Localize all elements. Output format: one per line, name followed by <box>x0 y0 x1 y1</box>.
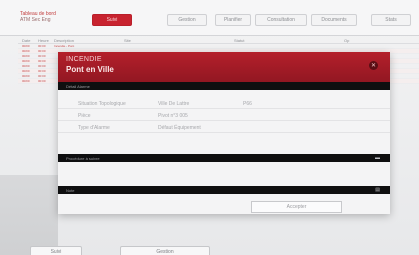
cell: 00:00 <box>38 49 46 53</box>
app-window: Tableau de bord ATM Sec Eng Suivi Gestio… <box>0 0 419 255</box>
modal-header: INCENDIE Pont en Ville ✕ <box>58 52 390 82</box>
cell: 00:00 <box>38 64 46 68</box>
expand-icon[interactable]: ▬ <box>375 155 380 161</box>
side-panel <box>0 175 58 255</box>
detail-row: Pièce Pivot n°3 005 <box>58 112 390 121</box>
cell: 00/00 <box>22 64 30 68</box>
col-heure: Heure <box>38 37 49 43</box>
col-op: Op <box>344 37 350 43</box>
detail-value2: P66 <box>243 101 252 107</box>
section-detail-bar: Détail Alarme <box>58 82 390 90</box>
tab-gestion[interactable]: Gestion <box>167 14 207 26</box>
col-description: Description <box>54 37 75 43</box>
alarm-modal: INCENDIE Pont en Ville ✕ Détail Alarme S… <box>58 52 390 214</box>
accept-button[interactable]: Accepter <box>251 201 342 213</box>
section-procedure-label: Procédure à suivre <box>66 155 100 161</box>
col-site: Site <box>124 37 131 43</box>
detail-value: Pivot n°3 005 <box>158 113 188 119</box>
detail-key: Situation Topologique <box>78 101 126 107</box>
cell: Incendie - Pont <box>54 44 75 48</box>
cell: 00/00 <box>22 49 30 53</box>
detail-value: Ville De Lattre <box>158 101 190 107</box>
brand-line2: ATM Sec Eng <box>20 17 51 23</box>
cell: 00/00 <box>22 74 30 78</box>
document-icon[interactable]: ▤ <box>375 187 380 193</box>
detail-key: Pièce <box>78 113 91 119</box>
section-detail-label: Détail Alarme <box>66 83 90 89</box>
cell: 00/00 <box>22 59 30 63</box>
tab-planifier[interactable]: Planifier <box>215 14 251 26</box>
tab-stats[interactable]: Stats <box>371 14 411 26</box>
col-date: Date <box>22 37 31 43</box>
modal-title: Pont en Ville <box>66 65 114 74</box>
detail-key: Type d'Alarme <box>78 125 110 131</box>
brand: Tableau de bord ATM Sec Eng <box>20 11 56 23</box>
cell: 00:00 <box>38 44 46 48</box>
cell: 00:00 <box>38 54 46 58</box>
tab-documents[interactable]: Documents <box>311 14 357 26</box>
cell: 00/00 <box>22 54 30 58</box>
cell: 00/00 <box>22 69 30 73</box>
bottom-button-gestion[interactable]: Gestion <box>120 246 210 255</box>
cell: 00:00 <box>38 74 46 78</box>
close-icon[interactable]: ✕ <box>369 61 378 70</box>
top-header: Tableau de bord ATM Sec Eng Suivi Gestio… <box>0 0 419 36</box>
cell: 00/00 <box>22 44 30 48</box>
tab-consultation[interactable]: Consultation <box>255 14 307 26</box>
section-procedure-bar[interactable]: Procédure à suivre ▬ <box>58 154 390 162</box>
cell: 00:00 <box>38 59 46 63</box>
table-header: Date Heure Description Site Statut Op <box>18 37 419 44</box>
alarm-details: Situation Topologique Ville De Lattre P6… <box>58 94 390 153</box>
detail-row: Type d'Alarme Défaut Équipement <box>58 124 390 133</box>
cell: 00/00 <box>22 79 30 83</box>
col-statut: Statut <box>234 37 245 43</box>
section-note-label: Note <box>66 187 75 193</box>
cell: 00:00 <box>38 69 46 73</box>
modal-kicker: INCENDIE <box>66 56 102 63</box>
detail-value: Défaut Équipement <box>158 125 201 131</box>
detail-row: Situation Topologique Ville De Lattre P6… <box>58 100 390 109</box>
tab-suivi[interactable]: Suivi <box>92 14 132 26</box>
section-note-bar[interactable]: Note ▤ <box>58 186 390 194</box>
bottom-button-suivi[interactable]: Suivi <box>30 246 82 255</box>
cell: 00:00 <box>38 79 46 83</box>
